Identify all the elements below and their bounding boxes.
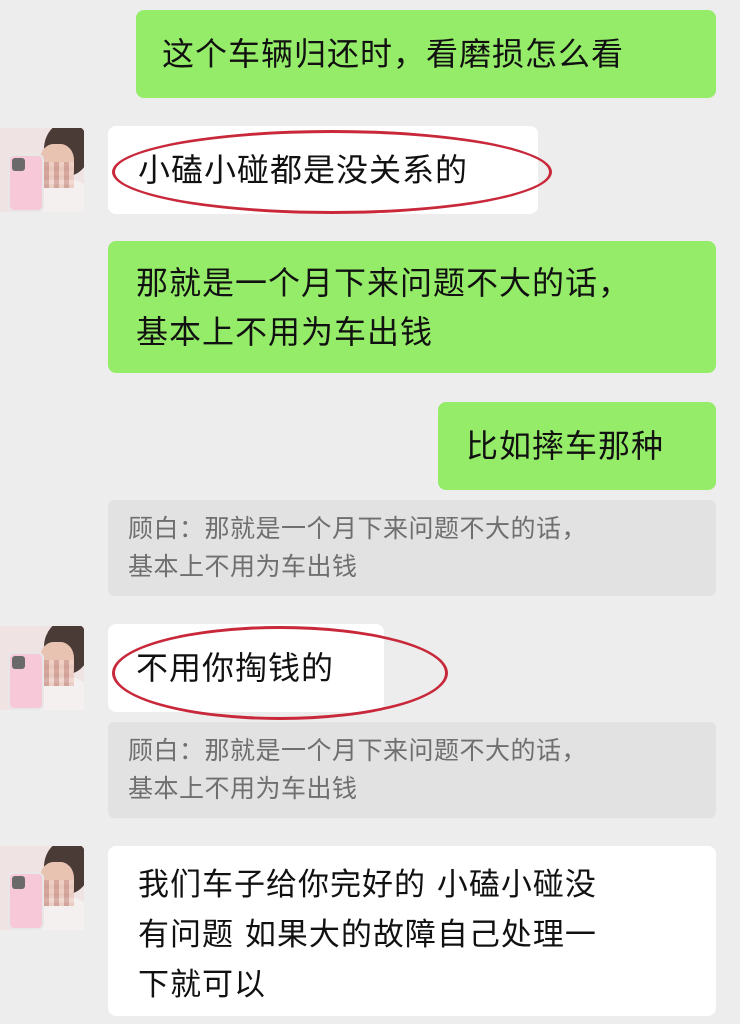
- quoted-text-line-2: 基本上不用为车出钱: [128, 552, 358, 581]
- contact-avatar[interactable]: [0, 846, 84, 930]
- quoted-reply[interactable]: 顾白：那就是一个月下来问题不大的话， 基本上不用为车出钱: [108, 722, 716, 818]
- message-text-line-3: 下就可以: [138, 967, 266, 1003]
- message-text: 比如摔车那种: [466, 427, 665, 465]
- message-bubble-incoming[interactable]: 我们车子给你完好的 小磕小碰没 有问题 如果大的故障自己处理一 下就可以: [108, 846, 716, 1016]
- contact-avatar[interactable]: [0, 626, 84, 710]
- message-bubble-outgoing[interactable]: 那就是一个月下来问题不大的话， 基本上不用为车出钱: [108, 241, 716, 373]
- message-text-line-2: 有问题 如果大的故障自己处理一: [138, 917, 597, 953]
- message-bubble-outgoing[interactable]: 比如摔车那种: [438, 402, 716, 490]
- message-bubble-outgoing[interactable]: 这个车辆归还时，看磨损怎么看: [136, 10, 716, 98]
- contact-avatar[interactable]: [0, 128, 84, 212]
- quoted-text-line-1: 顾白：那就是一个月下来问题不大的话，: [128, 514, 588, 543]
- message-text-line-2: 基本上不用为车出钱: [136, 313, 434, 351]
- message-text-line-1: 那就是一个月下来问题不大的话，: [136, 264, 632, 302]
- quoted-text-line-2: 基本上不用为车出钱: [128, 774, 358, 803]
- message-bubble-incoming[interactable]: 不用你掏钱的: [108, 624, 384, 712]
- message-text: 不用你掏钱的: [136, 649, 335, 687]
- quoted-reply[interactable]: 顾白：那就是一个月下来问题不大的话， 基本上不用为车出钱: [108, 500, 716, 596]
- message-bubble-incoming[interactable]: 小磕小碰都是没关系的: [108, 126, 538, 214]
- message-text: 小磕小碰都是没关系的: [138, 151, 469, 189]
- message-text-line-1: 我们车子给你完好的 小磕小碰没: [138, 867, 597, 903]
- quoted-text-line-1: 顾白：那就是一个月下来问题不大的话，: [128, 736, 588, 765]
- message-text: 这个车辆归还时，看磨损怎么看: [162, 35, 625, 73]
